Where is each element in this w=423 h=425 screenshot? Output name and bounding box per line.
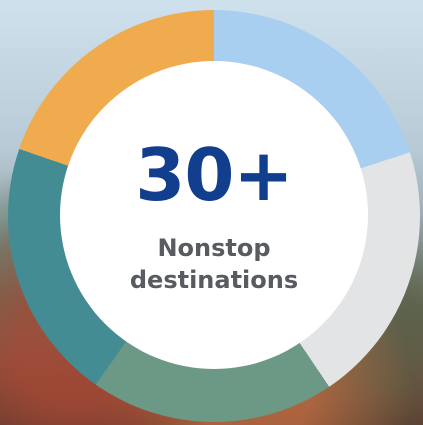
stat-label-line-2: destinations xyxy=(129,266,299,294)
stat-label: Nonstop destinations xyxy=(130,233,298,296)
stat-value: 30+ xyxy=(135,133,294,218)
stat-label-line-1: Nonstop xyxy=(157,234,271,263)
stat-circle: 30+ Nonstop destinations xyxy=(60,61,368,369)
